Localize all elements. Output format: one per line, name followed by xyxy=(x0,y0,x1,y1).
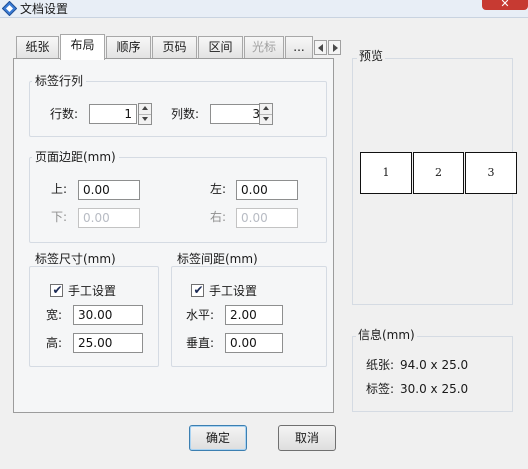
diamond-app-icon xyxy=(2,1,17,16)
checkmark-icon: ✔ xyxy=(52,283,63,297)
margin-bottom-input[interactable] xyxy=(78,208,140,228)
arrow-left-icon xyxy=(318,44,323,52)
spin-down-icon[interactable] xyxy=(139,114,151,124)
margin-bottom-label: 下: xyxy=(51,210,68,224)
label-height-label: 高: xyxy=(46,336,63,350)
preview-cell-1: 1 xyxy=(360,152,412,194)
close-icon: ✕ xyxy=(500,0,510,10)
label-size-manual-checkbox[interactable]: ✔ xyxy=(50,283,63,297)
rows-stepper[interactable] xyxy=(138,103,152,125)
rows-input[interactable] xyxy=(89,104,137,124)
label-size-title: 标签尺寸(mm) xyxy=(32,252,119,266)
page-margins-title: 页面边距(mm) xyxy=(32,150,119,164)
tab-order[interactable]: 顺序 xyxy=(106,36,151,59)
vertical-spacing-label: 垂直: xyxy=(186,336,215,350)
page-margins-group xyxy=(29,157,327,243)
label-height-input[interactable] xyxy=(73,333,143,353)
margin-top-label: 上: xyxy=(51,182,68,196)
preview-cell-2: 2 xyxy=(413,152,464,194)
tab-paper[interactable]: 纸张 xyxy=(16,36,59,59)
tab-scroll-left-button[interactable] xyxy=(314,40,327,55)
vertical-spacing-input[interactable] xyxy=(225,333,283,353)
window-title: 文档设置 xyxy=(20,2,69,16)
margin-left-label: 左: xyxy=(210,182,227,196)
preview-cell-3: 3 xyxy=(465,152,517,194)
preview-title: 预览 xyxy=(357,48,386,64)
info-panel xyxy=(352,336,513,412)
label-rows-cols-title: 标签行列 xyxy=(32,74,87,88)
info-label-label: 标签: xyxy=(366,382,395,396)
tab-more[interactable]: ... xyxy=(285,36,313,59)
tab-layout[interactable]: 布局 xyxy=(60,34,105,60)
checkmark-icon: ✔ xyxy=(193,283,204,297)
margin-right-input[interactable] xyxy=(236,208,298,228)
cols-input[interactable] xyxy=(210,104,265,124)
ok-button[interactable]: 确定 xyxy=(189,425,247,451)
layout-tab-panel: 标签行列 行数: 列数: 页面边距(mm) 上: 左: 下: 右: 标签尺寸(m… xyxy=(13,58,334,413)
label-spacing-manual-label: 手工设置 xyxy=(209,284,258,298)
info-paper-label: 纸张: xyxy=(366,358,395,372)
close-button[interactable]: ✕ xyxy=(482,0,528,10)
label-width-label: 宽: xyxy=(46,308,63,322)
title-bar xyxy=(0,0,528,18)
tab-range[interactable]: 区间 xyxy=(198,36,243,59)
info-paper-value: 94.0 x 25.0 xyxy=(400,358,469,372)
info-label-value: 30.0 x 25.0 xyxy=(400,382,469,396)
tab-scroll-right-button[interactable] xyxy=(328,40,341,55)
cols-stepper[interactable] xyxy=(259,103,273,125)
cols-label: 列数: xyxy=(171,107,200,121)
tab-cursor[interactable]: 光标 xyxy=(244,36,284,59)
horizontal-spacing-input[interactable] xyxy=(225,305,283,325)
cancel-button[interactable]: 取消 xyxy=(278,425,336,451)
arrow-right-icon xyxy=(333,44,338,52)
label-spacing-manual-checkbox[interactable]: ✔ xyxy=(191,283,204,297)
tab-page-number[interactable]: 页码 xyxy=(152,36,197,59)
label-width-input[interactable] xyxy=(73,305,143,325)
margin-right-label: 右: xyxy=(210,210,227,224)
label-spacing-title: 标签间距(mm) xyxy=(174,252,261,266)
horizontal-spacing-label: 水平: xyxy=(186,308,215,322)
margin-left-input[interactable] xyxy=(236,180,298,200)
info-title: 信息(mm) xyxy=(356,327,417,343)
spin-down-icon[interactable] xyxy=(260,114,272,124)
label-size-manual-label: 手工设置 xyxy=(68,284,117,298)
rows-label: 行数: xyxy=(50,107,79,121)
margin-top-input[interactable] xyxy=(78,180,140,200)
